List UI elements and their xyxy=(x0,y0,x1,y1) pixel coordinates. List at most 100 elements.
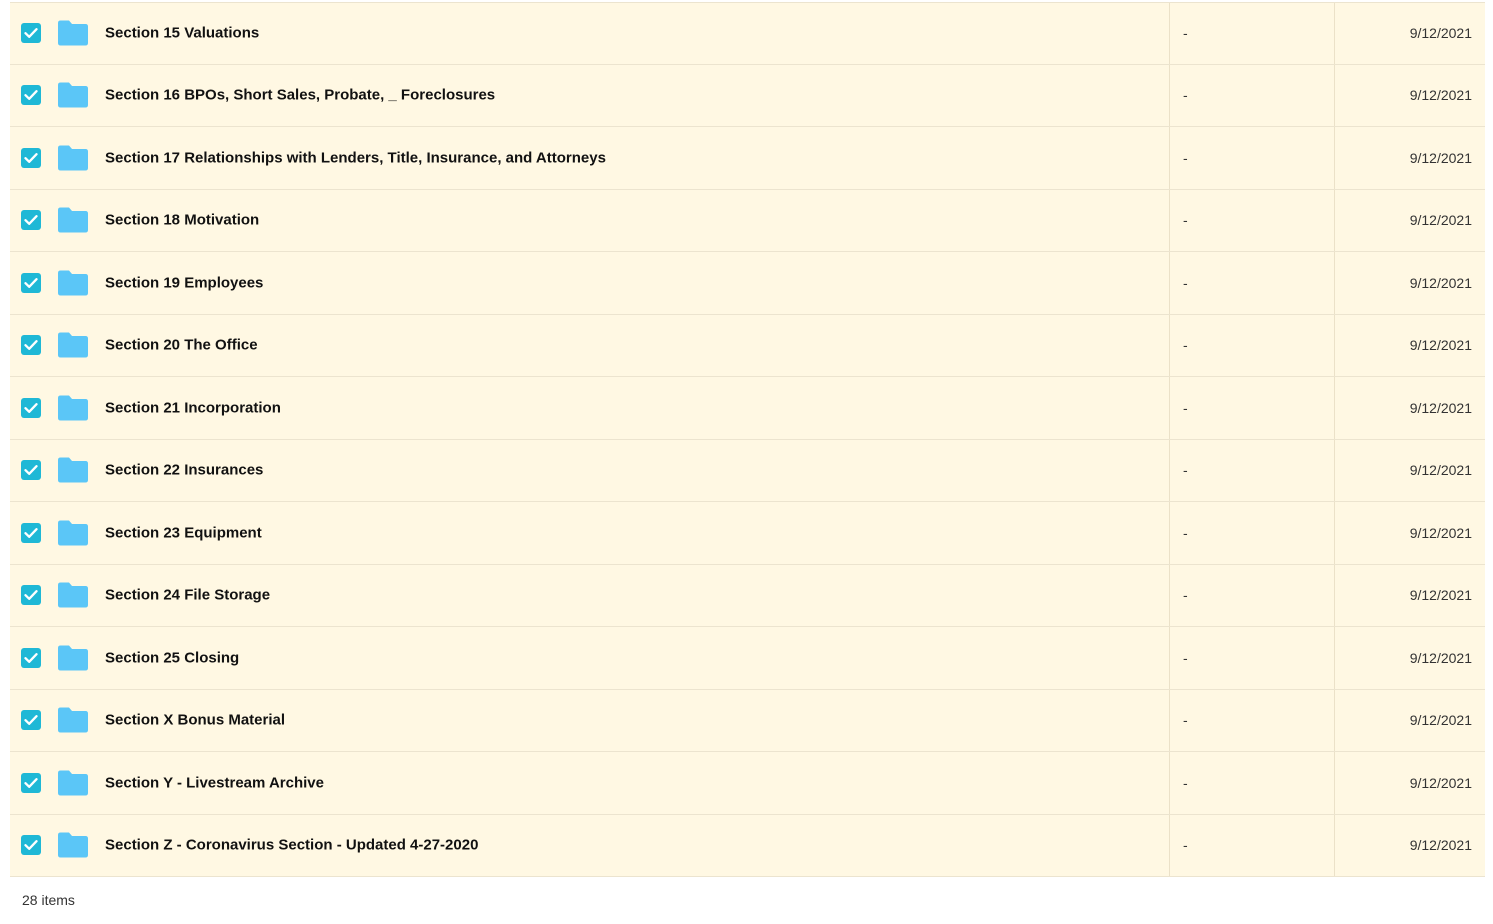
folder-name[interactable]: Section 17 Relationships with Lenders, T… xyxy=(105,149,606,166)
date-cell: 9/12/2021 xyxy=(1334,814,1485,876)
table-row[interactable]: Section 15 Valuations - 9/12/2021 xyxy=(10,2,1485,65)
checkmark-icon xyxy=(24,840,38,851)
row-checkbox[interactable] xyxy=(21,835,41,856)
date-value: 9/12/2021 xyxy=(1409,212,1472,229)
row-checkbox[interactable] xyxy=(21,335,41,356)
size-value: - xyxy=(1183,837,1188,854)
folder-name[interactable]: Section 24 File Storage xyxy=(105,587,270,604)
date-cell: 9/12/2021 xyxy=(1334,564,1485,626)
date-cell: 9/12/2021 xyxy=(1334,3,1485,64)
folder-icon xyxy=(58,582,88,608)
folder-icon xyxy=(58,457,88,483)
table-row[interactable]: Section 18 Motivation - 9/12/2021 xyxy=(10,189,1485,252)
size-value: - xyxy=(1183,399,1188,416)
folder-icon xyxy=(58,520,88,546)
size-value: - xyxy=(1183,149,1188,166)
folder-name[interactable]: Section 15 Valuations xyxy=(105,25,259,42)
table-row[interactable]: Section Z - Coronavirus Section - Update… xyxy=(10,814,1485,877)
folder-icon xyxy=(58,332,88,358)
table-row[interactable]: Section 22 Insurances - 9/12/2021 xyxy=(10,439,1485,502)
checkmark-icon xyxy=(24,527,38,538)
date-cell: 9/12/2021 xyxy=(1334,377,1485,439)
date-value: 9/12/2021 xyxy=(1409,524,1472,541)
table-row[interactable]: Section 16 BPOs, Short Sales, Probate, _… xyxy=(10,64,1485,127)
size-cell: - xyxy=(1169,314,1334,376)
folder-icon xyxy=(58,207,88,233)
table-row[interactable]: Section 19 Employees - 9/12/2021 xyxy=(10,252,1485,315)
row-checkbox[interactable] xyxy=(21,23,41,44)
table-row[interactable]: Section 24 File Storage - 9/12/2021 xyxy=(10,564,1485,627)
row-checkbox[interactable] xyxy=(21,522,41,543)
size-cell: - xyxy=(1169,627,1334,689)
table-row[interactable]: Section 23 Equipment - 9/12/2021 xyxy=(10,502,1485,565)
size-cell: - xyxy=(1169,814,1334,876)
size-value: - xyxy=(1183,712,1188,729)
table-row[interactable]: Section 20 The Office - 9/12/2021 xyxy=(10,314,1485,377)
folder-name[interactable]: Section 21 Incorporation xyxy=(105,399,281,416)
size-cell: - xyxy=(1169,127,1334,189)
date-value: 9/12/2021 xyxy=(1409,149,1472,166)
row-checkbox[interactable] xyxy=(21,397,41,418)
folder-icon xyxy=(58,395,88,421)
checkmark-icon xyxy=(24,465,38,476)
item-count: 28 items xyxy=(22,892,75,908)
date-cell: 9/12/2021 xyxy=(1334,64,1485,126)
folder-name[interactable]: Section 18 Motivation xyxy=(105,212,259,229)
date-value: 9/12/2021 xyxy=(1409,87,1472,104)
date-cell: 9/12/2021 xyxy=(1334,252,1485,314)
table-row[interactable]: Section X Bonus Material - 9/12/2021 xyxy=(10,689,1485,752)
folder-icon xyxy=(58,770,88,796)
size-cell: - xyxy=(1169,689,1334,751)
checkmark-icon xyxy=(24,152,38,163)
row-checkbox[interactable] xyxy=(21,85,41,106)
date-value: 9/12/2021 xyxy=(1409,587,1472,604)
folder-name[interactable]: Section 25 Closing xyxy=(105,649,239,666)
folder-name[interactable]: Section 16 BPOs, Short Sales, Probate, _… xyxy=(105,87,495,104)
folder-icon xyxy=(58,645,88,671)
date-cell: 9/12/2021 xyxy=(1334,314,1485,376)
row-checkbox[interactable] xyxy=(21,772,41,793)
row-checkbox[interactable] xyxy=(21,460,41,481)
checkmark-icon xyxy=(24,277,38,288)
date-cell: 9/12/2021 xyxy=(1334,439,1485,501)
date-cell: 9/12/2021 xyxy=(1334,127,1485,189)
folder-icon xyxy=(58,832,88,858)
table-row[interactable]: Section 21 Incorporation - 9/12/2021 xyxy=(10,377,1485,440)
size-value: - xyxy=(1183,587,1188,604)
size-cell: - xyxy=(1169,502,1334,564)
size-value: - xyxy=(1183,462,1188,479)
date-value: 9/12/2021 xyxy=(1409,25,1472,42)
date-cell: 9/12/2021 xyxy=(1334,752,1485,814)
folder-name[interactable]: Section 23 Equipment xyxy=(105,524,262,541)
size-cell: - xyxy=(1169,439,1334,501)
table-row[interactable]: Section 25 Closing - 9/12/2021 xyxy=(10,627,1485,690)
date-value: 9/12/2021 xyxy=(1409,774,1472,791)
folder-name[interactable]: Section 19 Employees xyxy=(105,274,263,291)
date-cell: 9/12/2021 xyxy=(1334,627,1485,689)
folder-name[interactable]: Section X Bonus Material xyxy=(105,712,285,729)
row-checkbox[interactable] xyxy=(21,147,41,168)
checkmark-icon xyxy=(24,340,38,351)
size-cell: - xyxy=(1169,64,1334,126)
row-checkbox[interactable] xyxy=(21,210,41,231)
row-checkbox[interactable] xyxy=(21,710,41,731)
checkmark-icon xyxy=(24,90,38,101)
date-value: 9/12/2021 xyxy=(1409,462,1472,479)
size-value: - xyxy=(1183,274,1188,291)
row-checkbox[interactable] xyxy=(21,585,41,606)
table-row[interactable]: Section 17 Relationships with Lenders, T… xyxy=(10,127,1485,190)
checkmark-icon xyxy=(24,652,38,663)
size-cell: - xyxy=(1169,252,1334,314)
row-checkbox[interactable] xyxy=(21,647,41,668)
folder-name[interactable]: Section Y - Livestream Archive xyxy=(105,774,324,791)
date-value: 9/12/2021 xyxy=(1409,837,1472,854)
row-checkbox[interactable] xyxy=(21,272,41,293)
table-row[interactable]: Section Y - Livestream Archive - 9/12/20… xyxy=(10,752,1485,815)
size-value: - xyxy=(1183,524,1188,541)
folder-name[interactable]: Section Z - Coronavirus Section - Update… xyxy=(105,837,478,854)
date-value: 9/12/2021 xyxy=(1409,337,1472,354)
folder-name[interactable]: Section 20 The Office xyxy=(105,337,258,354)
checkmark-icon xyxy=(24,715,38,726)
size-value: - xyxy=(1183,774,1188,791)
folder-name[interactable]: Section 22 Insurances xyxy=(105,462,263,479)
